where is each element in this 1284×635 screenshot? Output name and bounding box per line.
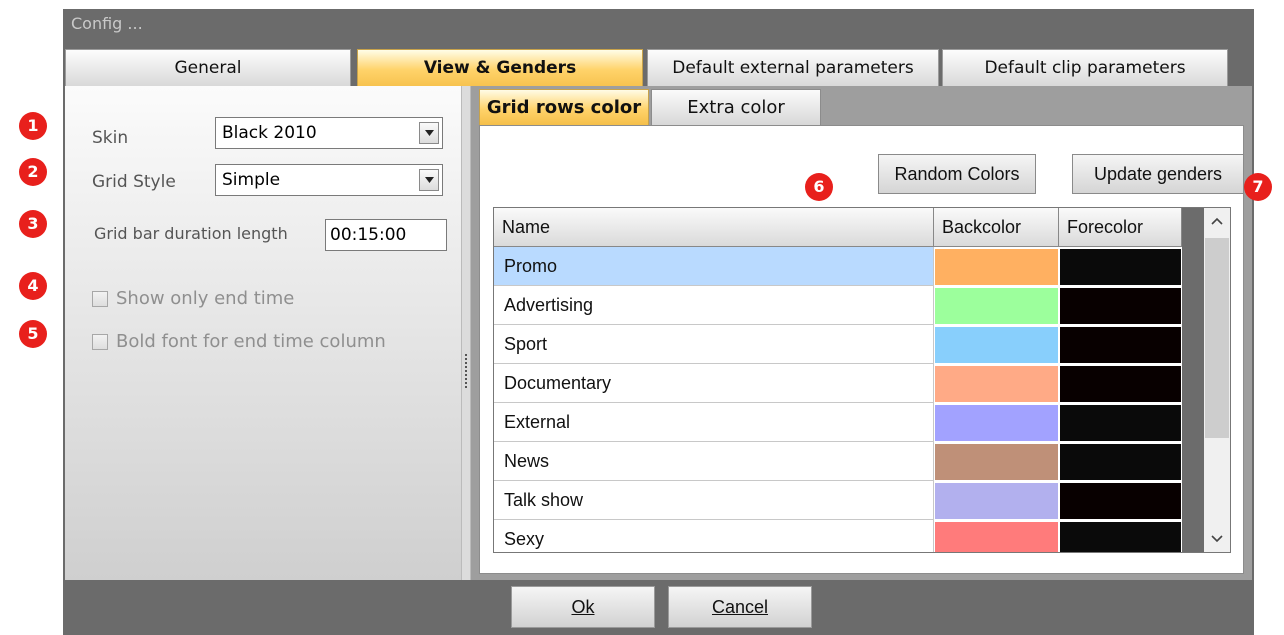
callout-badge: 6 [805,173,833,201]
tab-grid-rows-color[interactable]: Grid rows color [479,89,649,125]
skin-label: Skin [92,128,129,148]
bar-duration-input[interactable]: 00:15:00 [325,219,447,251]
tab-general[interactable]: General [65,49,351,86]
cell-forecolor[interactable] [1059,286,1182,325]
cell-name[interactable]: Sexy [494,520,934,552]
cell-backcolor[interactable] [934,325,1059,364]
grid-style-label: Grid Style [92,172,176,192]
table-row[interactable]: Advertising [494,286,1182,325]
chevron-down-icon[interactable] [419,122,439,144]
cell-name[interactable]: Documentary [494,364,934,403]
cell-backcolor[interactable] [934,520,1059,552]
bar-duration-label: Grid bar duration length [94,224,288,243]
column-header-forecolor[interactable]: Forecolor [1059,208,1182,247]
tab-default-clip-parameters[interactable]: Default clip parameters [942,49,1228,86]
chevron-down-icon[interactable] [1204,526,1230,552]
cell-name[interactable]: Advertising [494,286,934,325]
cell-backcolor[interactable] [934,403,1059,442]
callout-badge: 1 [19,112,47,140]
table-row[interactable]: Sport [494,325,1182,364]
cell-forecolor[interactable] [1059,442,1182,481]
cell-forecolor[interactable] [1059,325,1182,364]
view-settings-panel: Skin Black 2010 Grid Style Simple Grid b… [65,86,461,580]
show-end-time-checkbox[interactable] [92,291,108,307]
skin-combo[interactable]: Black 2010 [215,117,443,149]
random-colors-button[interactable]: Random Colors [878,154,1036,194]
cell-name[interactable]: Sport [494,325,934,364]
tab-default-external-parameters[interactable]: Default external parameters [647,49,939,86]
column-header-name[interactable]: Name [494,208,934,247]
cell-backcolor[interactable] [934,364,1059,403]
ok-button[interactable]: Ok [511,586,655,628]
cell-forecolor[interactable] [1059,247,1182,286]
table-row[interactable]: Talk show [494,481,1182,520]
cell-name[interactable]: External [494,403,934,442]
panel-splitter[interactable] [461,86,471,580]
cell-name[interactable]: Talk show [494,481,934,520]
genders-grid: Name Backcolor Forecolor Promo Advertisin… [493,207,1231,553]
skin-value: Black 2010 [222,123,317,143]
tab-view-genders[interactable]: View & Genders [357,49,643,86]
callout-badge: 7 [1244,173,1272,201]
chevron-down-icon[interactable] [419,169,439,191]
show-end-time-label: Show only end time [116,288,295,309]
table-row[interactable]: Promo [494,247,1182,286]
grid-rows-color-page: Random Colors Update genders Name Backco… [479,125,1244,574]
callout-badge: 5 [19,320,47,348]
callout-badge: 4 [19,272,47,300]
grid-style-combo[interactable]: Simple [215,164,443,196]
scrollbar-thumb[interactable] [1205,238,1229,438]
callout-badge: 3 [19,210,47,238]
update-genders-button[interactable]: Update genders [1072,154,1244,194]
cell-forecolor[interactable] [1059,481,1182,520]
colors-panel: Grid rows color Extra color Random Color… [471,86,1252,580]
table-row[interactable]: External [494,403,1182,442]
callout-badge: 2 [19,158,47,186]
cell-forecolor[interactable] [1059,364,1182,403]
chevron-up-icon[interactable] [1204,208,1230,234]
table-row[interactable]: Documentary [494,364,1182,403]
cell-forecolor[interactable] [1059,520,1182,552]
cell-backcolor[interactable] [934,442,1059,481]
bold-font-checkbox[interactable] [92,334,108,350]
cell-backcolor[interactable] [934,286,1059,325]
splitter-grip-icon[interactable] [465,354,467,390]
cell-backcolor[interactable] [934,247,1059,286]
cell-name[interactable]: News [494,442,934,481]
config-dialog: Config ... General View & Genders Defaul… [63,9,1254,635]
cell-forecolor[interactable] [1059,403,1182,442]
column-header-backcolor[interactable]: Backcolor [934,208,1059,247]
cancel-label: Cancel [711,597,769,617]
cell-backcolor[interactable] [934,481,1059,520]
table-row[interactable]: News [494,442,1182,481]
vertical-scrollbar[interactable] [1204,208,1230,552]
bold-font-label: Bold font for end time column [116,331,386,352]
dialog-footer: Ok Cancel [63,580,1254,635]
tab-content: Skin Black 2010 Grid Style Simple Grid b… [65,86,1252,580]
ok-label: Ok [571,597,595,617]
cell-name[interactable]: Promo [494,247,934,286]
table-row[interactable]: Sexy [494,520,1182,552]
dialog-title: Config ... [71,14,143,33]
grid-style-value: Simple [222,170,281,190]
tab-extra-color[interactable]: Extra color [651,89,821,125]
cancel-button[interactable]: Cancel [668,586,812,628]
